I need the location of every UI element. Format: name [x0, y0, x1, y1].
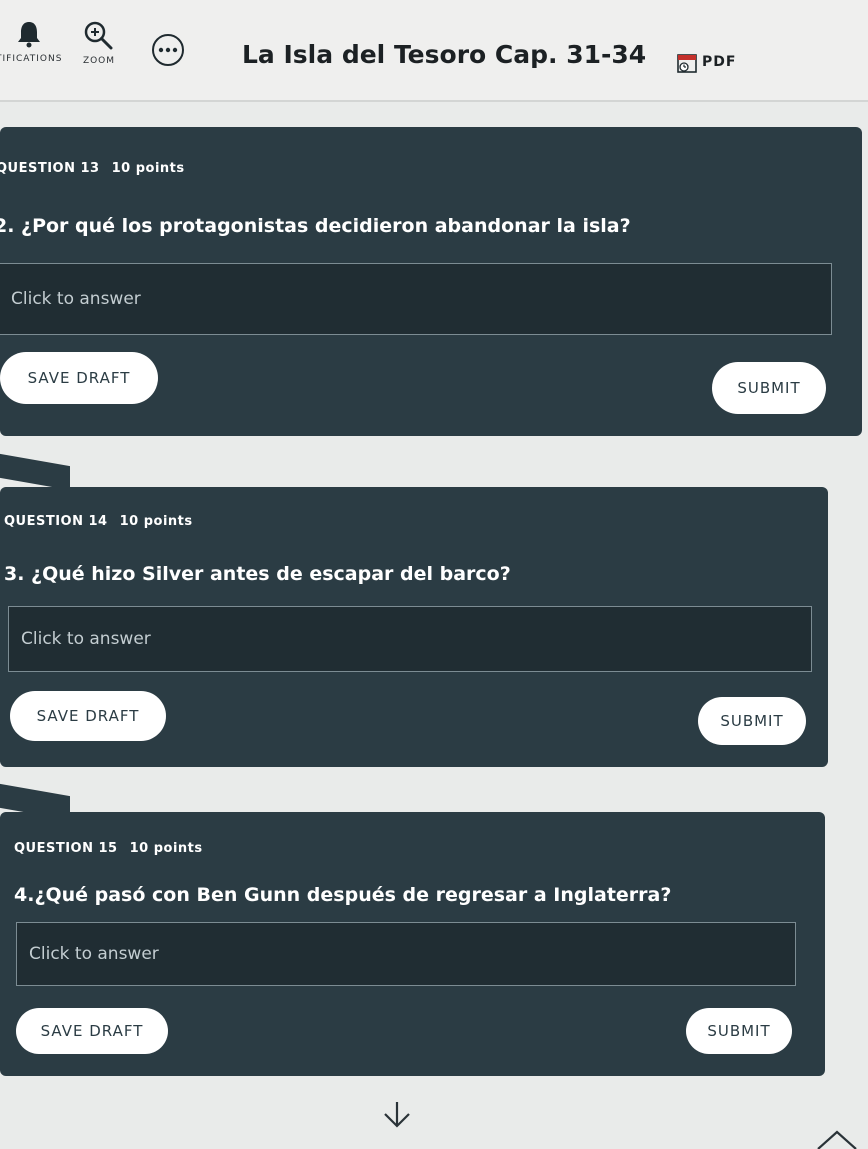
answer-input[interactable]: Click to answer	[16, 922, 796, 986]
save-draft-button[interactable]: SAVE DRAFT	[16, 1008, 168, 1054]
zoom-label: ZOOM	[82, 56, 116, 66]
question-card-13: QUESTION 13 10 points 2. ¿Por qué los pro…	[0, 127, 862, 436]
question-points: 10 points	[129, 841, 203, 856]
question-number: QUESTION 14	[4, 514, 108, 529]
bell-icon	[18, 22, 41, 48]
zoom-button[interactable]: ZOOM	[82, 20, 116, 66]
question-points: 10 points	[111, 161, 185, 176]
scroll-up-icon[interactable]	[812, 1128, 862, 1149]
question-number: QUESTION 13	[0, 161, 100, 176]
question-heading: QUESTION 13 10 points	[0, 161, 185, 176]
question-card-15: QUESTION 15 10 points 4.¿Qué pasó con Ben…	[0, 812, 825, 1076]
scroll-down-icon[interactable]	[380, 1098, 414, 1132]
question-card-14: QUESTION 14 10 points 3. ¿Qué hizo Silver…	[0, 487, 828, 767]
question-text: 3. ¿Qué hizo Silver antes de escapar del…	[4, 563, 511, 585]
save-draft-button[interactable]: SAVE DRAFT	[0, 352, 158, 404]
save-draft-button[interactable]: SAVE DRAFT	[10, 691, 166, 741]
answer-input[interactable]: Click to answer	[0, 263, 832, 335]
submit-button[interactable]: SUBMIT	[686, 1008, 792, 1054]
question-points: 10 points	[119, 514, 193, 529]
question-text: 2. ¿Por qué los protagonistas decidieron…	[0, 215, 631, 237]
calendar-clock-icon	[677, 54, 697, 73]
notifications-label: TIFICATIONS	[0, 54, 63, 64]
more-dots-icon	[152, 34, 184, 66]
submit-button[interactable]: SUBMIT	[712, 362, 826, 414]
page-title: La Isla del Tesoro Cap. 31-34	[242, 40, 647, 69]
top-toolbar: TIFICATIONS ZOOM La Isla del Tesoro Cap.…	[0, 0, 868, 102]
answer-input[interactable]: Click to answer	[8, 606, 812, 672]
pdf-button[interactable]: PDF	[676, 50, 736, 74]
submit-button[interactable]: SUBMIT	[698, 697, 806, 745]
card-divider	[0, 453, 70, 491]
question-heading: QUESTION 14 10 points	[4, 514, 193, 529]
zoom-in-icon	[84, 21, 113, 50]
more-options-button[interactable]	[150, 32, 186, 72]
question-number: QUESTION 15	[14, 841, 118, 856]
notifications-button[interactable]: TIFICATIONS	[0, 20, 62, 64]
question-heading: QUESTION 15 10 points	[14, 841, 203, 856]
question-text: 4.¿Qué pasó con Ben Gunn después de regr…	[14, 884, 672, 906]
pdf-label: PDF	[702, 54, 737, 70]
